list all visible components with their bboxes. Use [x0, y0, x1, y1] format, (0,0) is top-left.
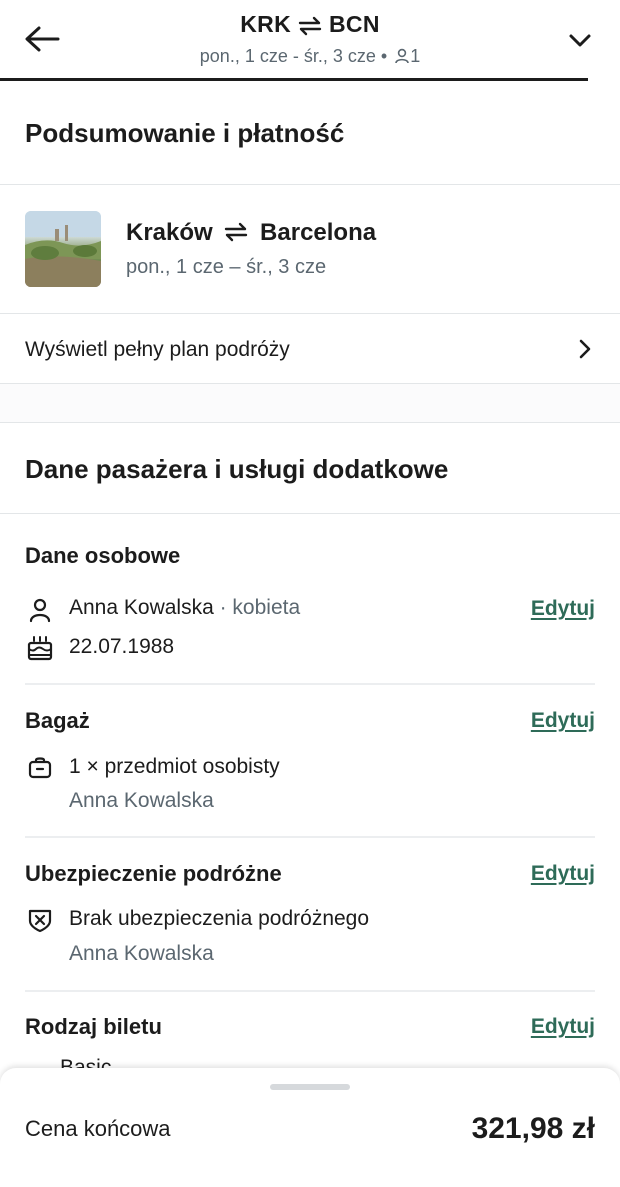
divider	[25, 683, 595, 685]
destination-code: BCN	[329, 11, 380, 37]
bag-icon	[28, 757, 52, 779]
divider	[0, 184, 620, 185]
passenger-gender: · kobieta	[219, 596, 301, 619]
passenger-section-title: Dane pasażera i usługi dodatkowe	[25, 454, 449, 484]
trip-dates: pon., 1 cze – śr., 3 cze	[126, 256, 327, 278]
chevron-down-icon[interactable]	[566, 26, 594, 54]
trip-dates: pon., 1 cze - śr., 3 cze •	[199, 46, 388, 66]
insurance-item: Brak ubezpieczenia podróżnego	[69, 907, 370, 930]
passenger-count: 1	[410, 46, 421, 66]
destination-thumbnail	[25, 211, 101, 287]
baggage-heading: Bagaż	[25, 708, 90, 733]
edit-ticket-button[interactable]: Edytuj	[531, 1015, 595, 1039]
full-itinerary-label: Wyświetl pełny plan podróży	[25, 338, 290, 361]
full-itinerary-link[interactable]: Wyświetl pełny plan podróży	[0, 314, 620, 384]
divider	[25, 990, 595, 992]
top-bar: KRK BCN pon., 1 cze - śr., 3 cze • 1	[0, 0, 620, 81]
shield-cross-icon	[28, 909, 52, 933]
divider	[25, 836, 595, 838]
trip-subtitle: pon., 1 cze - śr., 3 cze • 1	[0, 46, 620, 67]
edit-insurance-button[interactable]: Edytuj	[531, 862, 595, 886]
insurance-heading: Ubezpieczenie podróżne	[25, 861, 282, 886]
swap-arrows-icon	[225, 222, 248, 242]
final-price: 321,98 zł	[471, 1112, 595, 1145]
trip-route: Kraków Barcelona	[126, 219, 376, 247]
insurance-owner: Anna Kowalska	[69, 942, 214, 965]
divider	[0, 513, 620, 514]
personal-data-heading: Dane osobowe	[25, 543, 181, 568]
passenger-name: Anna Kowalska	[69, 596, 214, 619]
birthday-cake-icon	[27, 636, 53, 661]
baggage-item: 1 × przedmiot osobisty	[69, 755, 280, 778]
birthdate: 22.07.1988	[69, 635, 175, 658]
divider	[0, 422, 620, 423]
edit-personal-button[interactable]: Edytuj	[531, 597, 595, 621]
chevron-right-icon	[579, 339, 591, 359]
baggage-owner: Anna Kowalska	[69, 789, 214, 812]
person-icon	[29, 598, 51, 623]
final-price-label: Cena końcowa	[25, 1116, 171, 1141]
ticket-type-heading: Rodzaj biletu	[25, 1014, 162, 1039]
section-gap	[0, 384, 620, 422]
origin-code: KRK	[240, 11, 291, 37]
header-progress-line	[0, 78, 588, 81]
person-icon	[395, 48, 409, 64]
trip-from: Kraków	[126, 219, 213, 246]
trip-to: Barcelona	[260, 219, 377, 246]
route-title[interactable]: KRK BCN	[0, 11, 620, 38]
edit-baggage-button[interactable]: Edytuj	[531, 709, 595, 733]
summary-title: Podsumowanie i płatność	[25, 118, 345, 148]
drag-handle[interactable]	[270, 1084, 350, 1090]
passenger-name-row: Anna Kowalska · kobieta	[69, 596, 300, 620]
swap-arrows-icon	[298, 16, 322, 36]
price-sheet[interactable]: Cena końcowa 321,98 zł	[0, 1068, 620, 1187]
